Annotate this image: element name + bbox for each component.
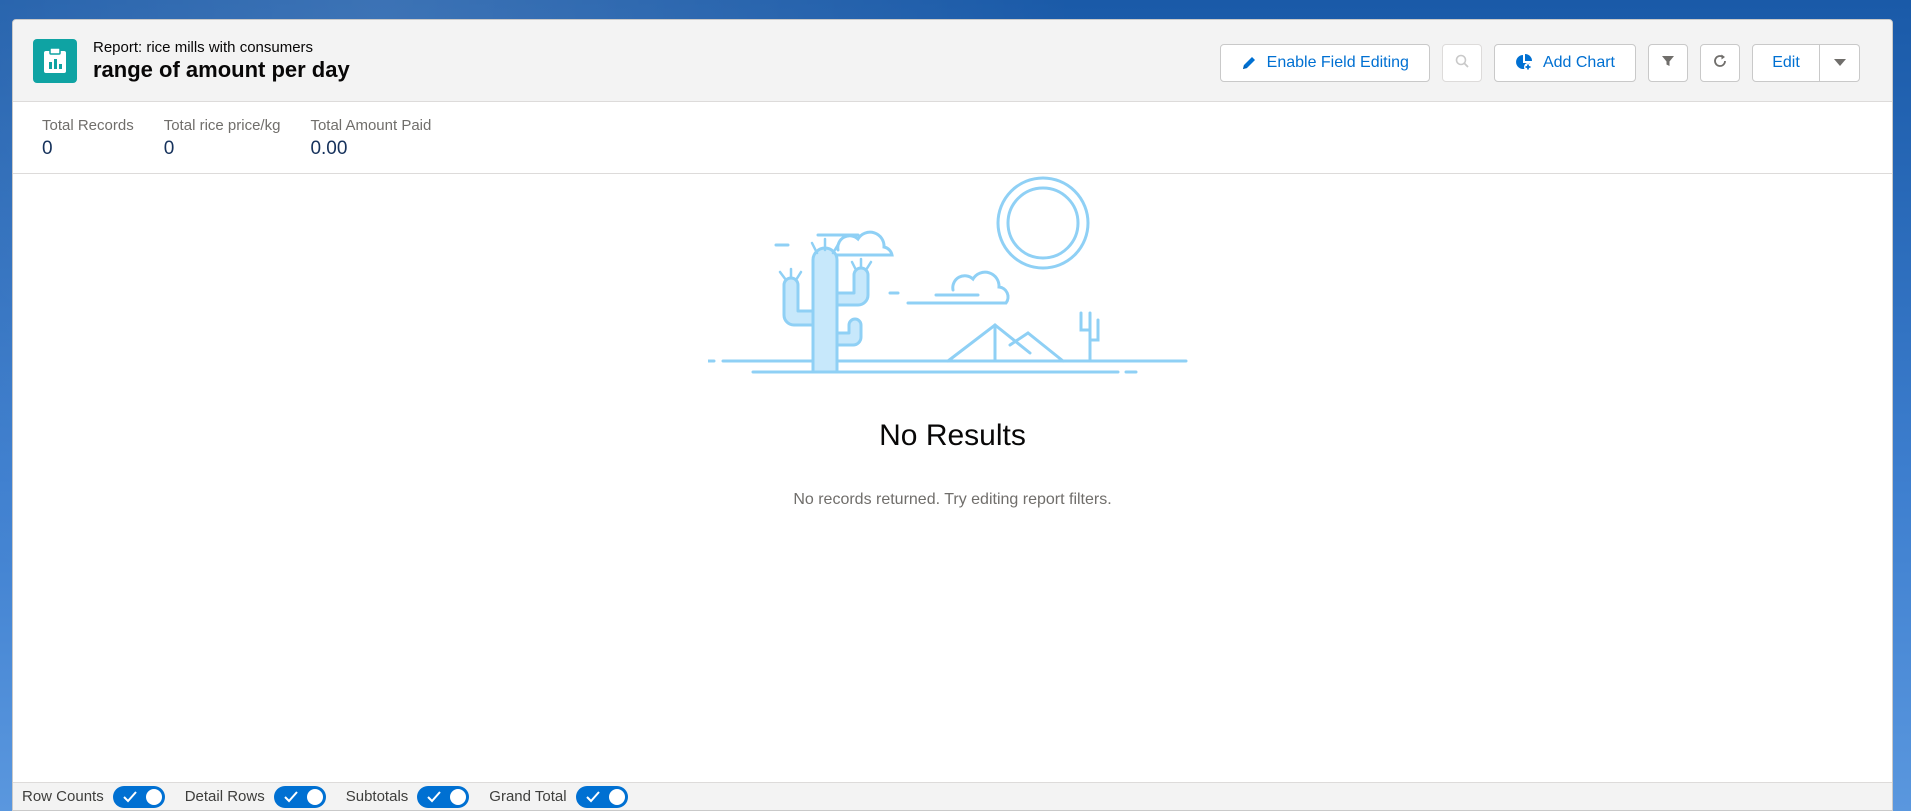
desert-illustration bbox=[707, 176, 1187, 374]
toggle-knob bbox=[608, 788, 625, 805]
detail-rows-toggle[interactable] bbox=[273, 785, 326, 808]
toggle-detail-rows: Detail Rows bbox=[184, 785, 326, 808]
edit-menu-button[interactable] bbox=[1820, 44, 1860, 82]
toggle-grand-total: Grand Total bbox=[489, 785, 628, 808]
toggle-knob bbox=[306, 788, 323, 805]
refresh-icon bbox=[1712, 53, 1728, 74]
row-counts-toggle[interactable] bbox=[112, 785, 165, 808]
summary-bar: Total Records 0 Total rice price/kg 0 To… bbox=[13, 102, 1892, 174]
chart-icon bbox=[1515, 54, 1533, 72]
report-title: range of amount per day bbox=[93, 56, 350, 82]
filter-icon bbox=[1661, 54, 1675, 73]
enable-field-editing-label: Enable Field Editing bbox=[1266, 54, 1409, 71]
no-results-heading: No Results bbox=[879, 419, 1026, 452]
toggle-label: Row Counts bbox=[22, 788, 104, 805]
report-footer: Row Counts Detail Rows Subtotals Grand T… bbox=[13, 782, 1892, 810]
check-icon bbox=[284, 790, 298, 802]
enable-field-editing-button[interactable]: Enable Field Editing bbox=[1219, 44, 1430, 82]
filter-button[interactable] bbox=[1648, 44, 1688, 82]
toggle-knob bbox=[450, 788, 467, 805]
toggle-label: Grand Total bbox=[489, 788, 567, 805]
subtotals-toggle[interactable] bbox=[417, 785, 470, 808]
toggle-row-counts: Row Counts bbox=[22, 785, 165, 808]
report-subtitle: Report: rice mills with consumers bbox=[93, 38, 314, 56]
report-icon bbox=[33, 38, 77, 83]
toggle-subtotals: Subtotals bbox=[345, 785, 470, 808]
summary-label: Total Amount Paid bbox=[310, 117, 432, 134]
empty-state: No Results No records returned. Try edit… bbox=[13, 175, 1892, 509]
summary-value: 0.00 bbox=[310, 138, 348, 159]
summary-value: 0 bbox=[163, 138, 175, 159]
search-icon bbox=[1454, 53, 1470, 74]
summary-label: Total Records bbox=[42, 117, 134, 134]
edit-button[interactable]: Edit bbox=[1752, 44, 1820, 82]
check-icon bbox=[122, 790, 137, 802]
check-icon bbox=[427, 790, 442, 802]
grand-total-toggle[interactable] bbox=[575, 785, 628, 808]
search-button[interactable] bbox=[1441, 44, 1482, 82]
chevron-down-icon bbox=[1833, 54, 1847, 72]
report-titles: Report: rice mills with consumers range … bbox=[93, 39, 350, 83]
summary-value: 0 bbox=[42, 138, 53, 159]
edit-split-button: Edit bbox=[1752, 44, 1860, 82]
toggle-label: Detail Rows bbox=[184, 788, 265, 805]
header-actions: Enable Field Editing Add Chart Edit bbox=[1219, 44, 1860, 82]
report-card: Report: rice mills with consumers range … bbox=[12, 19, 1893, 811]
toggle-label: Subtotals bbox=[345, 788, 409, 805]
summary-total-amount-paid: Total Amount Paid 0.00 bbox=[310, 116, 431, 173]
summary-total-rice-price: Total rice price/kg 0 bbox=[164, 116, 281, 173]
add-chart-label: Add Chart bbox=[1542, 54, 1615, 71]
add-chart-button[interactable]: Add Chart bbox=[1493, 44, 1636, 82]
report-header: Report: rice mills with consumers range … bbox=[13, 20, 1892, 102]
toggle-knob bbox=[145, 788, 162, 805]
refresh-button[interactable] bbox=[1700, 44, 1740, 82]
summary-label: Total rice price/kg bbox=[163, 117, 281, 134]
no-results-message: No records returned. Try editing report … bbox=[793, 491, 1112, 508]
pencil-icon bbox=[1241, 55, 1257, 71]
summary-total-records: Total Records 0 bbox=[42, 116, 134, 173]
check-icon bbox=[585, 790, 600, 802]
